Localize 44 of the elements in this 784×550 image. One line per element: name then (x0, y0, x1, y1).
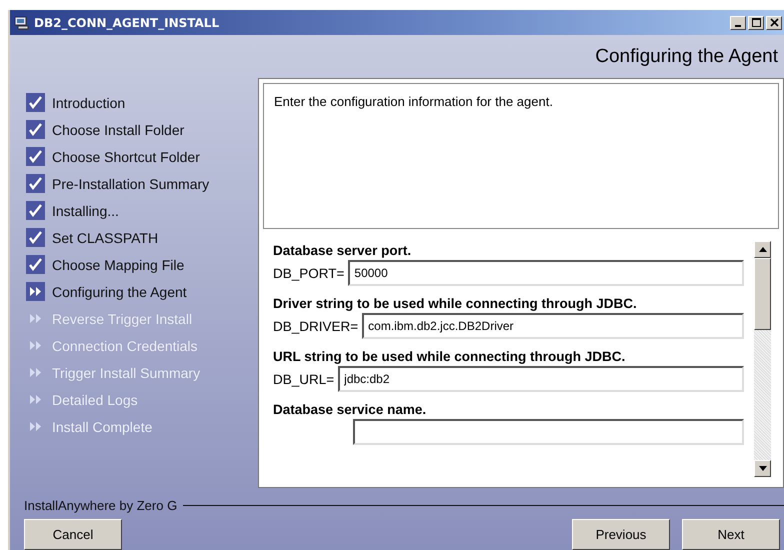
field-label: DB_DRIVER= (273, 318, 358, 334)
step-label: Detailed Logs (52, 392, 138, 408)
scroll-up-button[interactable] (754, 241, 771, 258)
scrollbar[interactable] (754, 241, 771, 477)
step-label: Pre-Installation Summary (52, 176, 210, 192)
step-label: Choose Mapping File (52, 256, 184, 272)
step-label: Introduction (52, 94, 126, 110)
field-heading: Database service name. (273, 402, 428, 417)
step-label: Install Complete (52, 418, 152, 434)
scroll-down-button[interactable] (754, 460, 771, 477)
step-label: Choose Install Folder (52, 122, 184, 138)
input-field[interactable]: jdbc:db2 (338, 366, 744, 392)
maximize-icon (752, 18, 760, 27)
step-label: Installing... (52, 202, 119, 218)
next-button[interactable]: Next (682, 519, 780, 550)
minimize-icon (735, 24, 741, 26)
down-arrow-icon (758, 466, 766, 471)
field-label: DB_PORT= (273, 266, 344, 280)
maximize-button[interactable] (748, 16, 764, 30)
scroll-thumb[interactable] (754, 258, 771, 330)
field-heading: Driver string to be used while connecting through JDBC. (273, 296, 638, 311)
window-title: DB2_CONN_AGENT_INSTALL (34, 16, 220, 30)
description-text: Enter the configuration information for the agent. (274, 94, 553, 109)
minimize-button[interactable] (730, 16, 746, 30)
field-label: DB_URL= (273, 372, 334, 386)
step-label: Configuring the Agent (52, 284, 187, 300)
close-button[interactable] (766, 16, 782, 30)
vendor-label: InstallAnywhere by Zero G (24, 498, 178, 513)
field-heading: URL string to be used while connecting through JDBC. (273, 349, 626, 364)
step-label: Choose Shortcut Folder (52, 148, 200, 164)
input-field[interactable]: 50000 (348, 260, 744, 286)
input-field[interactable]: com.ibm.db2.jcc.DB2Driver (362, 313, 744, 339)
input-field[interactable] (353, 419, 744, 445)
field-heading: Database server port. (273, 243, 412, 258)
cancel-button[interactable]: Cancel (24, 519, 122, 550)
step-label: Connection Credentials (52, 338, 198, 354)
previous-button[interactable]: Previous (572, 519, 670, 550)
step-label: Set CLASSPATH (52, 230, 158, 246)
step-label: Trigger Install Summary (52, 364, 200, 380)
step-title: Configuring the Agent (595, 46, 778, 68)
step-label: Reverse Trigger Install (52, 310, 192, 326)
close-icon (770, 18, 778, 27)
up-arrow-icon (758, 247, 766, 252)
computer-icon (14, 16, 30, 30)
